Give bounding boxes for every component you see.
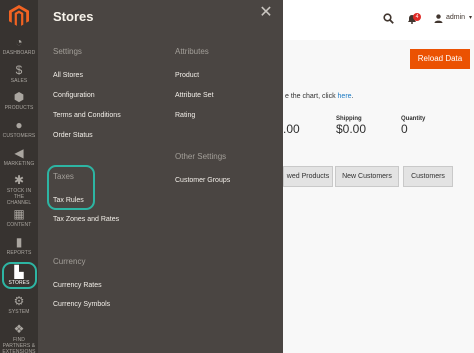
nav-label: PRODUCTS bbox=[4, 105, 34, 111]
puzzle-icon: ❖ bbox=[13, 322, 25, 336]
nav-label: SALES bbox=[10, 78, 28, 84]
menu-link-terms-and-conditions[interactable]: Terms and Conditions bbox=[53, 112, 121, 119]
notification-count-badge: 4 bbox=[413, 13, 421, 21]
nav-stock-in-the-channel[interactable]: ✱ STOCK IN THE CHANNEL bbox=[0, 174, 38, 206]
nav-label: CUSTOMERS bbox=[2, 133, 36, 139]
reload-data-button[interactable]: Reload Data bbox=[410, 49, 470, 69]
menu-link-product[interactable]: Product bbox=[175, 72, 199, 79]
magento-logo-icon[interactable] bbox=[9, 5, 29, 27]
stat-value-quantity: 0 bbox=[401, 122, 408, 136]
section-title-other-settings: Other Settings bbox=[175, 152, 227, 161]
nav-marketing[interactable]: ◀ MARKETING bbox=[0, 147, 38, 167]
tab-new-customers[interactable]: New Customers bbox=[335, 166, 399, 187]
nav-label: FIND PARTNERS & EXTENSIONS bbox=[2, 337, 36, 353]
nav-label: DASHBOARD bbox=[2, 50, 36, 56]
nav-content[interactable]: ▦ CONTENT bbox=[0, 208, 38, 228]
menu-link-tax-zones-and-rates[interactable]: Tax Zones and Rates bbox=[53, 216, 119, 223]
section-title-settings: Settings bbox=[53, 47, 82, 56]
stat-value-shipping: $0.00 bbox=[336, 122, 367, 136]
tab-customers[interactable]: Customers bbox=[403, 166, 453, 187]
nav-customers[interactable]: ● CUSTOMERS bbox=[0, 119, 38, 139]
stock-icon: ✱ bbox=[13, 173, 25, 187]
chart-hint-prefix: e the chart, click bbox=[285, 93, 336, 100]
nav-products[interactable]: ⬢ PRODUCTS bbox=[0, 91, 38, 111]
nav-sales[interactable]: $ SALES bbox=[0, 64, 38, 84]
nav-find-partners[interactable]: ❖ FIND PARTNERS & EXTENSIONS bbox=[0, 323, 38, 353]
tab-most-viewed-products[interactable]: wed Products bbox=[283, 166, 333, 187]
dashboard-icon: ◔ bbox=[15, 35, 23, 49]
search-icon[interactable] bbox=[383, 13, 394, 24]
flyout-title: Stores bbox=[53, 9, 94, 24]
stores-flyout-menu: Stores ✕ Settings All Stores Configurati… bbox=[38, 0, 283, 353]
section-title-currency: Currency bbox=[53, 257, 86, 266]
section-title-attributes: Attributes bbox=[175, 47, 209, 56]
menu-link-all-stores[interactable]: All Stores bbox=[53, 72, 83, 79]
nav-label: CONTENT bbox=[6, 222, 32, 228]
person-icon: ● bbox=[15, 118, 23, 132]
store-icon: ▙ bbox=[14, 265, 24, 279]
dollar-icon: $ bbox=[15, 63, 23, 77]
admin-header: 4 admin ▾ bbox=[283, 0, 474, 40]
chevron-down-icon[interactable]: ▾ bbox=[469, 14, 472, 21]
menu-link-currency-rates[interactable]: Currency Rates bbox=[53, 282, 102, 289]
menu-link-order-status[interactable]: Order Status bbox=[53, 132, 93, 139]
chart-icon: ▮ bbox=[15, 235, 23, 249]
chart-hint-text: e the chart, click here. bbox=[285, 93, 354, 100]
nav-system[interactable]: ⚙ SYSTEM bbox=[0, 295, 38, 315]
nav-stores[interactable]: ▙ STORES bbox=[0, 266, 38, 286]
nav-label: STORES bbox=[8, 280, 30, 286]
nav-label: REPORTS bbox=[6, 250, 32, 256]
admin-sidebar: ◔ DASHBOARD $ SALES ⬢ PRODUCTS ● CUSTOME… bbox=[0, 0, 38, 353]
menu-link-customer-groups[interactable]: Customer Groups bbox=[175, 177, 230, 184]
menu-link-tax-rules[interactable]: Tax Rules bbox=[53, 197, 84, 204]
nav-label: SYSTEM bbox=[8, 309, 30, 315]
nav-reports[interactable]: ▮ REPORTS bbox=[0, 236, 38, 256]
chart-hint-link[interactable]: here bbox=[338, 93, 352, 100]
megaphone-icon: ◀ bbox=[14, 146, 24, 160]
cube-icon: ⬢ bbox=[13, 90, 25, 104]
stat-value-revenue: .00 bbox=[283, 122, 300, 136]
nav-label: MARKETING bbox=[3, 161, 35, 167]
content-icon: ▦ bbox=[13, 207, 25, 221]
menu-link-rating[interactable]: Rating bbox=[175, 112, 195, 119]
user-name[interactable]: admin bbox=[446, 14, 465, 21]
menu-link-configuration[interactable]: Configuration bbox=[53, 92, 95, 99]
menu-link-currency-symbols[interactable]: Currency Symbols bbox=[53, 301, 110, 308]
nav-label: STOCK IN THE CHANNEL bbox=[6, 188, 32, 206]
nav-dashboard[interactable]: ◔ DASHBOARD bbox=[0, 36, 38, 56]
gear-icon: ⚙ bbox=[13, 294, 25, 308]
user-icon[interactable] bbox=[434, 14, 443, 23]
menu-link-attribute-set[interactable]: Attribute Set bbox=[175, 92, 214, 99]
chart-hint-end: . bbox=[351, 93, 354, 100]
section-title-taxes: Taxes bbox=[53, 172, 74, 181]
close-icon[interactable]: ✕ bbox=[259, 5, 273, 21]
